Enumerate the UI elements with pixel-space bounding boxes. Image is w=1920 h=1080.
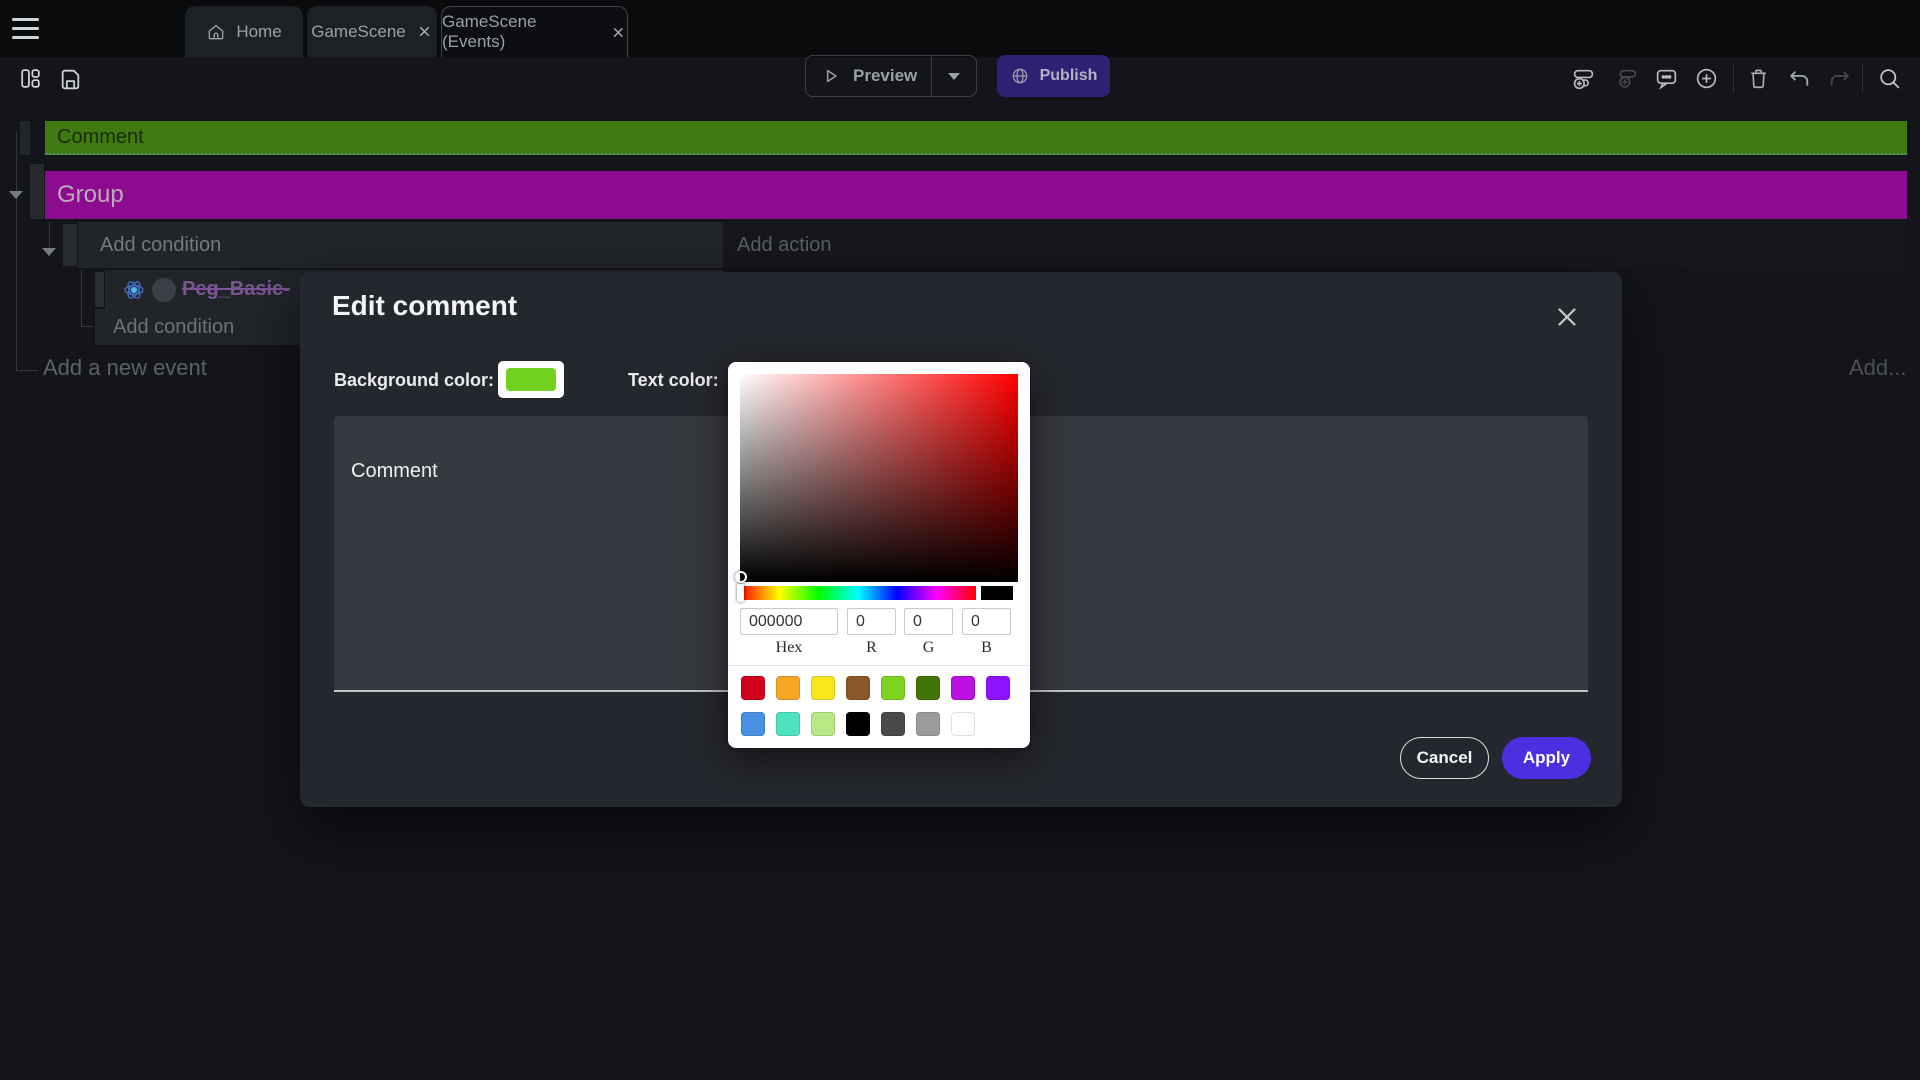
layout-panels-icon[interactable] bbox=[18, 66, 43, 91]
preview-label: Preview bbox=[853, 66, 917, 86]
add-action-row[interactable]: Add action bbox=[723, 222, 1907, 268]
hue-slider-handle[interactable] bbox=[737, 584, 744, 602]
apply-button[interactable]: Apply bbox=[1502, 737, 1591, 779]
hex-label: Hex bbox=[740, 639, 838, 657]
drag-handle[interactable] bbox=[95, 272, 104, 307]
add-new-event-link[interactable]: Add a new event bbox=[43, 355, 207, 381]
drag-handle[interactable] bbox=[63, 224, 77, 266]
globe-icon bbox=[1010, 66, 1030, 86]
preview-button[interactable]: Preview bbox=[805, 55, 977, 97]
background-color-label: Background color: bbox=[334, 370, 494, 391]
text-color-label: Text color: bbox=[628, 370, 719, 391]
tab-label: GameScene bbox=[311, 22, 406, 42]
chevron-down-icon[interactable] bbox=[948, 73, 960, 80]
color-swatch[interactable] bbox=[846, 676, 870, 700]
add-action-label: Add action bbox=[723, 234, 832, 257]
drag-handle[interactable] bbox=[30, 164, 44, 219]
preset-swatch-row bbox=[741, 676, 1026, 700]
cancel-button[interactable]: Cancel bbox=[1400, 737, 1489, 779]
menu-icon[interactable] bbox=[12, 18, 39, 39]
redo-icon[interactable] bbox=[1827, 66, 1852, 91]
g-input[interactable] bbox=[904, 608, 953, 635]
event-comment[interactable]: Comment bbox=[45, 121, 1907, 155]
tab-home[interactable]: Home bbox=[185, 6, 303, 57]
color-swatch[interactable] bbox=[881, 676, 905, 700]
collapse-arrow-icon[interactable] bbox=[42, 248, 56, 256]
add-condition-label: Add condition bbox=[78, 234, 221, 257]
b-input[interactable] bbox=[962, 608, 1011, 635]
color-swatch[interactable] bbox=[951, 676, 975, 700]
close-icon[interactable] bbox=[416, 23, 433, 40]
color-swatch[interactable] bbox=[986, 676, 1010, 700]
button-divider bbox=[931, 55, 932, 97]
toolbar-divider bbox=[1733, 64, 1734, 93]
toolbar-divider bbox=[1862, 64, 1863, 93]
saturation-area[interactable] bbox=[740, 374, 1018, 582]
add-condition-label: Add condition bbox=[95, 316, 234, 339]
r-input[interactable] bbox=[847, 608, 896, 635]
object-name: Peg_Basic- bbox=[182, 278, 290, 301]
current-color-preview bbox=[981, 586, 1013, 600]
behavior-atom-icon bbox=[122, 278, 146, 302]
drag-handle[interactable] bbox=[20, 121, 30, 155]
color-swatch[interactable] bbox=[811, 676, 835, 700]
undo-icon[interactable] bbox=[1787, 66, 1812, 91]
hex-input[interactable] bbox=[740, 608, 838, 635]
color-swatch[interactable] bbox=[741, 676, 765, 700]
tab-label: GameScene (Events) bbox=[442, 12, 600, 52]
color-swatch[interactable] bbox=[881, 712, 905, 736]
color-swatch[interactable] bbox=[916, 676, 940, 700]
publish-button[interactable]: Publish bbox=[997, 55, 1110, 97]
hue-slider[interactable] bbox=[740, 586, 976, 600]
color-swatch[interactable] bbox=[811, 712, 835, 736]
play-icon bbox=[821, 66, 841, 86]
save-icon[interactable] bbox=[58, 66, 83, 91]
search-icon[interactable] bbox=[1877, 66, 1902, 91]
dialog-title: Edit comment bbox=[332, 290, 517, 322]
color-swatch[interactable] bbox=[846, 712, 870, 736]
color-picker-popup: Hex R G B bbox=[728, 362, 1030, 748]
saturation-pointer[interactable] bbox=[735, 571, 747, 583]
add-comment-icon[interactable] bbox=[1654, 66, 1679, 91]
r-label: R bbox=[847, 639, 896, 657]
close-icon[interactable] bbox=[610, 24, 627, 41]
tab-gamescene[interactable]: GameScene bbox=[307, 6, 437, 57]
tree-line bbox=[81, 326, 93, 327]
tab-label: Home bbox=[236, 22, 281, 42]
home-icon bbox=[206, 22, 226, 42]
background-color-chip bbox=[506, 368, 556, 391]
b-label: B bbox=[962, 639, 1011, 657]
background-color-swatch[interactable] bbox=[498, 361, 564, 398]
color-swatch[interactable] bbox=[741, 712, 765, 736]
add-subevent-icon[interactable] bbox=[1614, 66, 1639, 91]
tree-line bbox=[16, 132, 17, 371]
add-condition-row[interactable]: Add condition bbox=[78, 222, 723, 268]
g-label: G bbox=[904, 639, 953, 657]
add-event-icon[interactable] bbox=[1571, 66, 1596, 91]
picker-divider bbox=[728, 665, 1030, 666]
color-swatch[interactable] bbox=[776, 712, 800, 736]
group-text: Group bbox=[45, 181, 124, 209]
close-icon[interactable] bbox=[1552, 302, 1582, 332]
color-swatch[interactable] bbox=[916, 712, 940, 736]
preset-swatch-row bbox=[741, 712, 1026, 736]
comment-text: Comment bbox=[45, 126, 144, 149]
add-more-link[interactable]: Add... bbox=[1849, 355, 1906, 381]
choose-event-icon[interactable] bbox=[1694, 66, 1719, 91]
app-window: Home GameScene GameScene (Events) Previe… bbox=[0, 0, 1920, 1080]
tab-gamescene-events[interactable]: GameScene (Events) bbox=[441, 6, 628, 57]
color-swatch[interactable] bbox=[776, 676, 800, 700]
collapse-arrow-icon[interactable] bbox=[9, 191, 23, 199]
tree-line bbox=[81, 270, 82, 327]
object-thumbnail bbox=[152, 278, 176, 302]
publish-label: Publish bbox=[1040, 67, 1098, 85]
tree-line bbox=[16, 370, 38, 371]
color-swatch[interactable] bbox=[951, 712, 975, 736]
delete-icon[interactable] bbox=[1746, 66, 1771, 91]
event-group[interactable]: Group bbox=[45, 171, 1907, 219]
tab-bar: Home GameScene GameScene (Events) bbox=[0, 0, 1920, 57]
